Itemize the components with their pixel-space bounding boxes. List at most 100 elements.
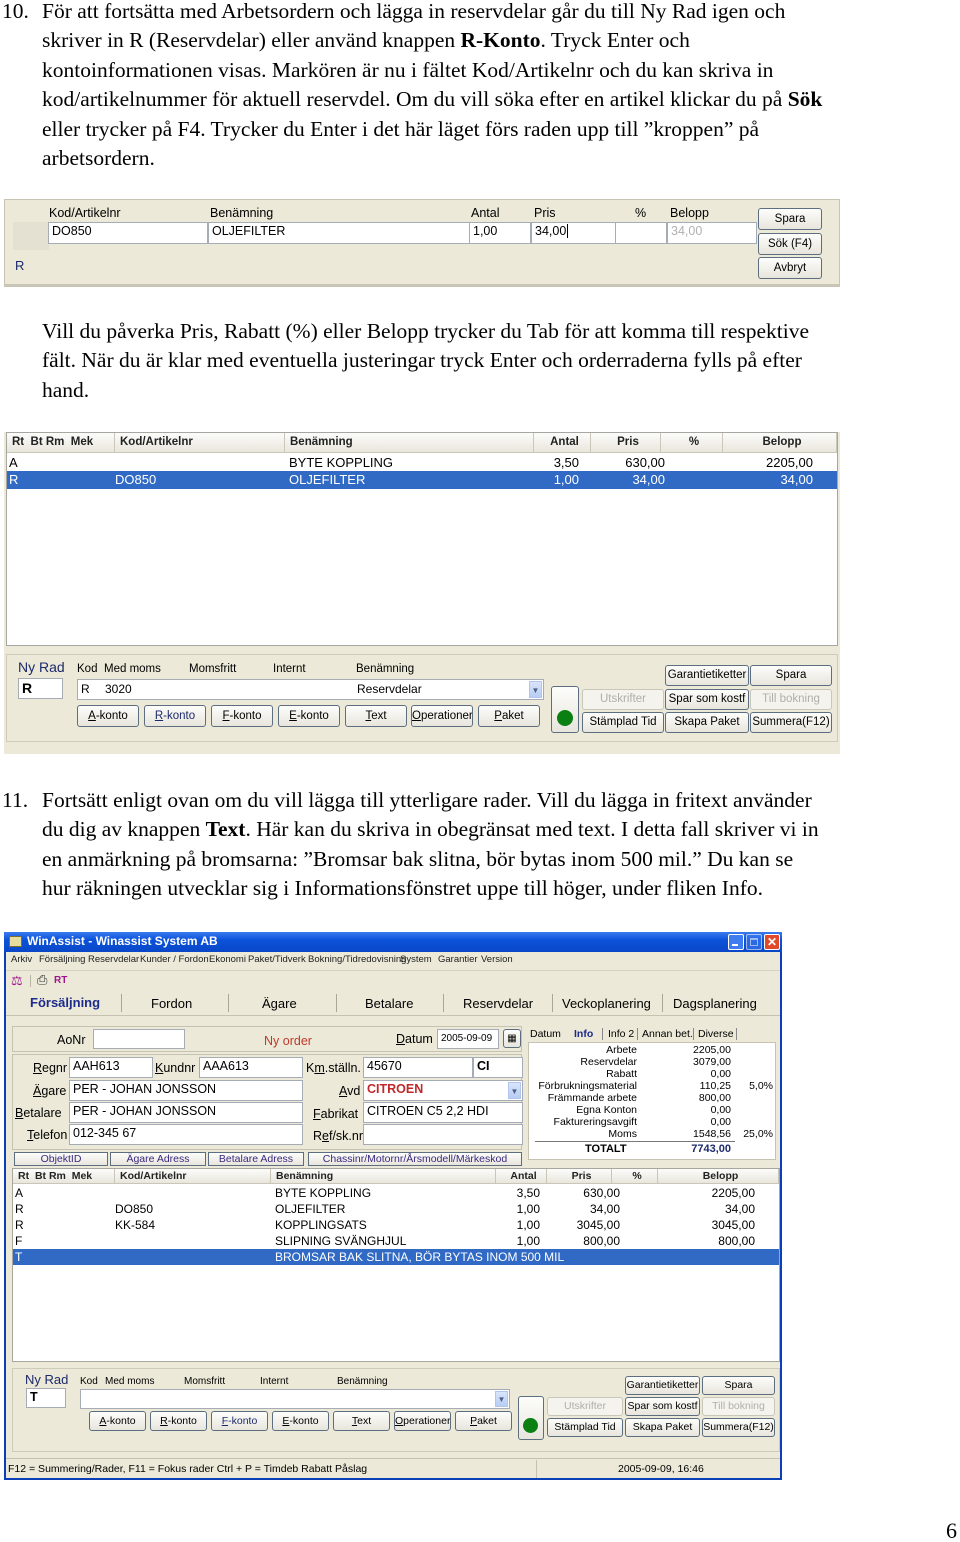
stamplad-tid-button[interactable]: Stämplad Tid <box>547 1418 623 1437</box>
till-bokning-button[interactable]: Till bokning <box>702 1397 775 1416</box>
chevron-down-icon[interactable]: ▼ <box>508 1082 521 1099</box>
subtab-agare-adress[interactable]: Ägare Adress <box>110 1152 206 1166</box>
belopp-input[interactable]: 34,00 <box>667 222 757 244</box>
r-konto-button[interactable]: R-konto <box>144 705 206 727</box>
ref-input[interactable] <box>363 1124 523 1145</box>
calendar-icon[interactable]: ▦ <box>503 1029 521 1048</box>
text-button[interactable]: Text <box>333 1411 390 1431</box>
datum-input[interactable]: 2005-09-09 <box>437 1029 499 1049</box>
account-combo[interactable]: ▼ <box>80 1389 510 1409</box>
rt-button[interactable]: RT <box>54 975 67 986</box>
subtab-betalare-adress[interactable]: Betalare Adress <box>208 1152 304 1166</box>
info-tab-info[interactable]: Info <box>574 1028 593 1040</box>
spara-button[interactable]: Spara <box>758 208 822 230</box>
tab-dagsplanering[interactable]: Dagsplanering <box>673 996 757 1011</box>
summera-button[interactable]: Summera(F12) <box>750 712 832 733</box>
table-row-selected[interactable]: T BROMSAR BAK SLITNA, BÖR BYTAS INOM 500 … <box>13 1249 779 1265</box>
chevron-down-icon[interactable]: ▼ <box>529 681 542 698</box>
menu-reservdelar[interactable]: Reservdelar <box>88 954 139 965</box>
skapa-paket-button[interactable]: Skapa Paket <box>665 712 749 733</box>
agare-input[interactable]: PER - JOHAN JONSSON <box>69 1080 303 1101</box>
info-tab-datum[interactable]: Datum <box>530 1028 561 1040</box>
menu-paket-tidverk[interactable]: Paket/Tidverk <box>248 954 306 965</box>
table-row[interactable]: R KK-584 KOPPLINGSATS 1,00 3045,00 3045,00 <box>13 1217 779 1233</box>
ny-rad-input[interactable]: R <box>18 678 63 699</box>
tab-betalare[interactable]: Betalare <box>365 996 413 1011</box>
tab-fordon[interactable]: Fordon <box>151 996 192 1011</box>
betalare-input[interactable]: PER - JOHAN JONSSON <box>69 1102 303 1123</box>
paket-button[interactable]: Paket <box>478 705 540 727</box>
info-tab-info2[interactable]: Info 2 <box>608 1028 634 1040</box>
km-input[interactable]: 45670 <box>363 1057 473 1078</box>
summera-button[interactable]: Summera(F12) <box>702 1418 775 1437</box>
network-icon[interactable]: ⚖ <box>11 974 23 987</box>
avd-select[interactable]: CITROEN ▼ <box>363 1080 523 1101</box>
antal-input[interactable]: 1,00 <box>469 222 531 244</box>
spara-button[interactable]: Spara <box>702 1376 775 1395</box>
info-tab-annan-bet[interactable]: Annan bet. <box>642 1028 693 1040</box>
table-row[interactable]: A BYTE KOPPLING 3,50 630,00 2205,00 <box>7 454 837 471</box>
km-code-input[interactable]: CI <box>473 1057 523 1078</box>
spara-button[interactable]: Spara <box>750 665 832 686</box>
garantietiketter-button[interactable]: Garantietiketter <box>625 1376 700 1395</box>
table-row[interactable]: F SLIPNING SVÄNGHJUL 1,00 800,00 800,00 <box>13 1233 779 1249</box>
spar-som-kostf-button[interactable]: Spar som kostf <box>665 689 749 710</box>
benamning-input[interactable]: OLJEFILTER <box>208 222 471 244</box>
f-konto-button[interactable]: F-konto <box>211 1411 268 1431</box>
tab-forsaljning[interactable]: Försäljning <box>30 995 100 1010</box>
skapa-paket-button[interactable]: Skapa Paket <box>625 1418 700 1437</box>
subtab-chassinr[interactable]: Chassinr/Motornr/Årsmodell/Märkeskod <box>308 1152 522 1166</box>
utskrifter-button[interactable]: Utskrifter <box>582 689 664 710</box>
minimize-button[interactable] <box>728 934 744 950</box>
ny-rad-input[interactable]: T <box>26 1388 66 1408</box>
e-konto-button[interactable]: E-konto <box>278 705 340 727</box>
avbryt-button[interactable]: Avbryt <box>758 257 822 279</box>
table-row[interactable]: R DO850 OLJEFILTER 1,00 34,00 34,00 <box>13 1201 779 1217</box>
regnr-input[interactable]: AAH613 <box>69 1057 153 1078</box>
subtab-objektid[interactable]: ObjektID <box>14 1152 108 1166</box>
telefon-input[interactable]: 012-345 67 <box>69 1124 303 1145</box>
kod-input[interactable]: DO850 <box>48 222 208 244</box>
menu-forsaljning[interactable]: Försäljning <box>39 954 85 965</box>
menu-system[interactable]: System <box>400 954 432 965</box>
chevron-down-icon[interactable]: ▼ <box>495 1391 508 1407</box>
maximize-button[interactable] <box>746 934 762 950</box>
status-indicator-button[interactable] <box>518 1396 544 1440</box>
kundnr-input[interactable]: AAA613 <box>199 1057 303 1078</box>
menu-ekonomi[interactable]: Ekonomi <box>209 954 246 965</box>
till-bokning-button[interactable]: Till bokning <box>750 689 832 710</box>
procent-input[interactable] <box>615 222 667 244</box>
r-konto-button[interactable]: R-konto <box>150 1411 207 1431</box>
sok-button[interactable]: Sök (F4) <box>758 233 822 255</box>
a-konto-button[interactable]: A-konto <box>89 1411 146 1431</box>
menu-garantier[interactable]: Garantier <box>438 954 478 965</box>
text-button[interactable]: Text <box>345 705 407 727</box>
table-row-selected[interactable]: R DO850 OLJEFILTER 1,00 34,00 34,00 <box>7 471 837 489</box>
tab-veckoplanering[interactable]: Veckoplanering <box>562 996 651 1011</box>
printer-icon[interactable]: ⎙ <box>37 973 47 986</box>
status-indicator-button[interactable] <box>551 686 579 733</box>
aonr-input[interactable] <box>93 1029 185 1049</box>
menu-bokning[interactable]: Bokning/Tidredovisning <box>308 954 406 965</box>
tab-agare[interactable]: Ägare <box>262 996 297 1011</box>
close-button[interactable]: ✕ <box>764 934 780 950</box>
menu-arkiv[interactable]: Arkiv <box>11 954 32 965</box>
info-tab-diverse[interactable]: Diverse <box>698 1028 734 1040</box>
utskrifter-button[interactable]: Utskrifter <box>547 1397 623 1416</box>
operationer-button[interactable]: Operation­er <box>411 705 473 727</box>
menu-version[interactable]: Version <box>481 954 513 965</box>
stamplad-tid-button[interactable]: Stämplad Tid <box>582 712 664 733</box>
menu-kunder-fordon[interactable]: Kunder / Fordon <box>140 954 209 965</box>
fabrikat-input[interactable]: CITROEN C5 2,2 HDI <box>363 1102 523 1123</box>
e-konto-button[interactable]: E-konto <box>272 1411 329 1431</box>
spar-som-kostf-button[interactable]: Spar som kostf <box>625 1397 700 1416</box>
paket-button[interactable]: Paket <box>455 1411 512 1431</box>
account-combo[interactable]: R 3020 Reservdelar ▼ <box>77 679 544 700</box>
operationer-button[interactable]: Operationer <box>394 1411 451 1431</box>
a-konto-button[interactable]: A-konto <box>77 705 139 727</box>
tab-reservdelar[interactable]: Reservdelar <box>463 996 533 1011</box>
garantietiketter-button[interactable]: Garantietiketter <box>665 665 749 686</box>
f-konto-button[interactable]: F-konto <box>211 705 273 727</box>
pris-input[interactable]: 34,00 <box>531 222 615 244</box>
table-row[interactable]: A BYTE KOPPLING 3,50 630,00 2205,00 <box>13 1185 779 1201</box>
